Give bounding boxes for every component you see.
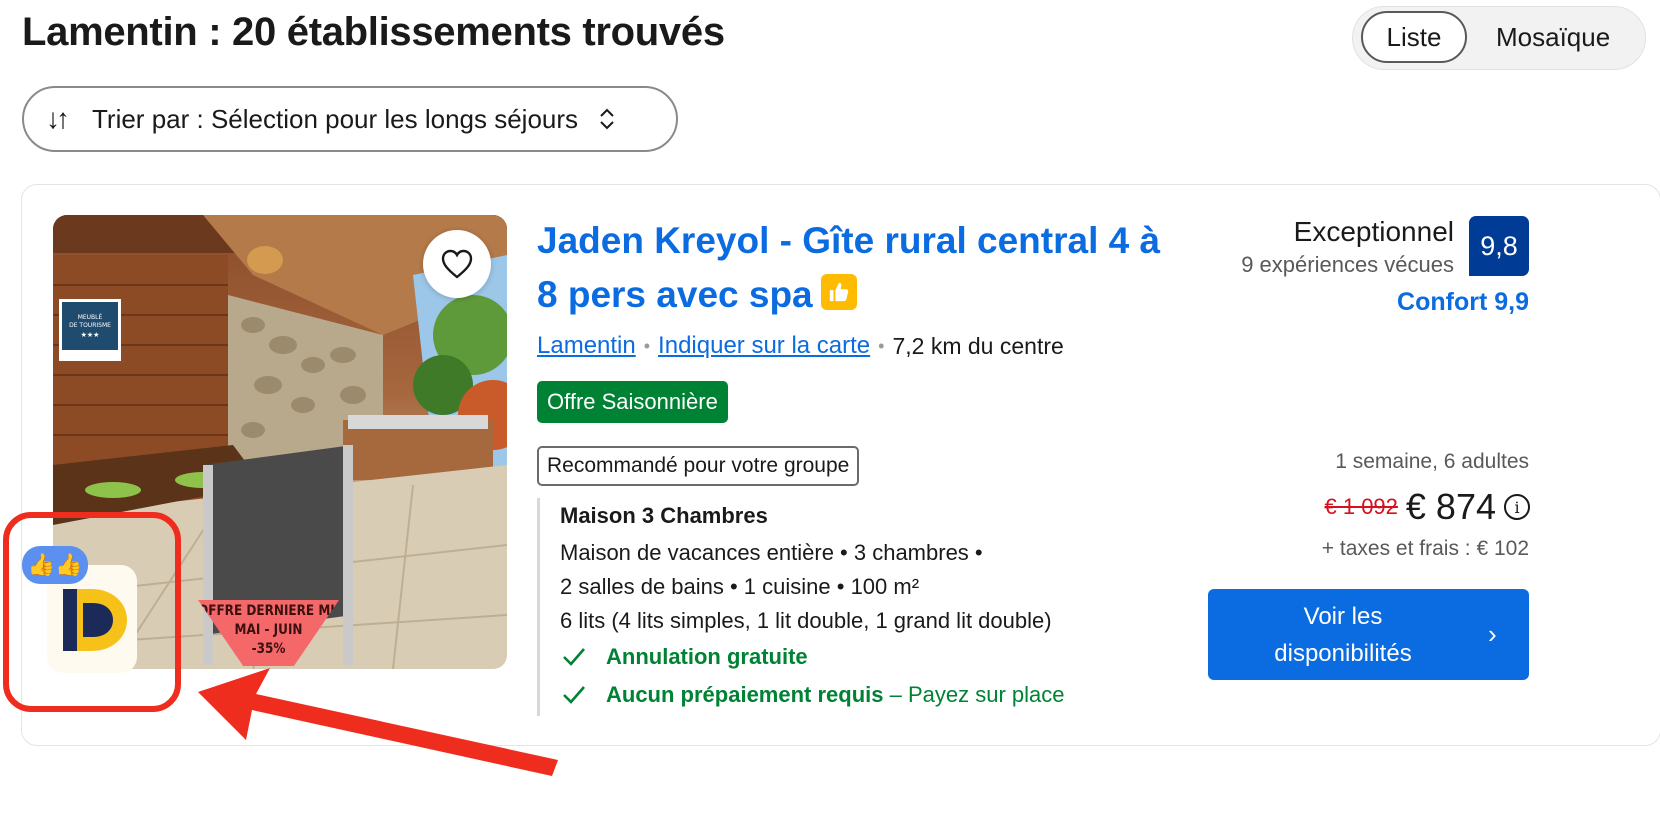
separator-dot: • — [643, 335, 651, 356]
chevron-updown-icon — [598, 107, 616, 131]
pay-on-site-text: – Payez sur place — [883, 682, 1065, 707]
cta-line: Voir les — [1303, 602, 1383, 630]
checkmark-icon — [563, 686, 585, 704]
chevron-right-icon: › — [1488, 619, 1497, 649]
annotation-highlight-box — [3, 512, 181, 712]
page-title: Lamentin : 20 établissements trouvés — [22, 10, 725, 54]
checkmark-icon — [563, 648, 585, 666]
comfort-score: Confort 9,9 — [1397, 288, 1529, 316]
sort-dropdown[interactable]: ↓↑ Trier par : Sélection pour les longs … — [22, 86, 678, 152]
thumbs-up-icon — [820, 274, 857, 310]
annotation-arrow-icon — [198, 668, 558, 776]
cancellation-text: Annulation gratuite — [606, 644, 808, 669]
see-availability-label: Voir les disponibilités — [1208, 598, 1478, 672]
free-cancellation: Annulation gratuite — [562, 644, 808, 670]
unit-divider — [537, 498, 540, 716]
promo-line: OFFRE DERNIERE MINUTE — [198, 603, 372, 619]
heart-icon — [441, 249, 473, 279]
unit-detail-line: Maison de vacances entière • 3 chambres … — [560, 540, 983, 565]
info-icon[interactable]: i — [1504, 494, 1530, 520]
rating-label: Exceptionnel — [1293, 216, 1454, 247]
see-availability-button[interactable]: Voir les disponibilités › — [1208, 589, 1529, 680]
tourism-sign-line: DE TOURISME — [69, 322, 111, 329]
favorite-button[interactable] — [423, 230, 491, 298]
city-link[interactable]: Lamentin — [537, 332, 636, 360]
cta-line: disponibilités — [1274, 639, 1412, 667]
sort-label: Trier par : Sélection pour les longs séj… — [92, 103, 579, 134]
map-link[interactable]: Indiquer sur la carte — [658, 332, 870, 360]
seasonal-offer-badge: Offre Saisonnière — [537, 381, 728, 423]
group-recommendation-badge: Recommandé pour votre groupe — [537, 446, 860, 486]
original-price: € 1 092 — [1324, 494, 1398, 519]
stay-details: 1 semaine, 6 adultes — [1335, 450, 1529, 473]
separator-dot: • — [878, 335, 885, 356]
unit-detail-line: 6 lits (4 lits simples, 1 lit double, 1 … — [560, 608, 1052, 633]
unit-detail-line: 2 salles de bains • 1 cuisine • 100 m² — [560, 574, 920, 599]
list-view-button[interactable]: Liste — [1361, 11, 1467, 63]
review-count: 9 expériences vécues — [1241, 252, 1454, 277]
distance-text: 7,2 km du centre — [892, 332, 1064, 359]
tourism-sign-line: MEUBLÉ — [78, 313, 103, 321]
taxes-and-fees: + taxes et frais : € 102 — [1321, 537, 1529, 560]
unit-title: Maison 3 Chambres — [560, 503, 768, 528]
no-prepayment: Aucun prépaiement requis – Payez sur pla… — [562, 682, 1065, 708]
current-price: € 874 — [1405, 486, 1496, 527]
review-score-badge[interactable]: 9,8 — [1469, 216, 1529, 276]
price-row: € 1 092 € 874 i — [1260, 482, 1530, 532]
prepayment-text: Aucun prépaiement requis — [606, 682, 884, 707]
sort-icon: ↓↑ — [46, 103, 70, 134]
property-title[interactable]: Jaden Kreyol - Gîte rural central 4 à 8 … — [537, 214, 1177, 322]
mosaic-view-button[interactable]: Mosaïque — [1496, 11, 1610, 63]
tourism-sign-stars: ★★★ — [81, 331, 100, 339]
location-line: Lamentin • Indiquer sur la carte • 7,2 k… — [537, 332, 1064, 360]
